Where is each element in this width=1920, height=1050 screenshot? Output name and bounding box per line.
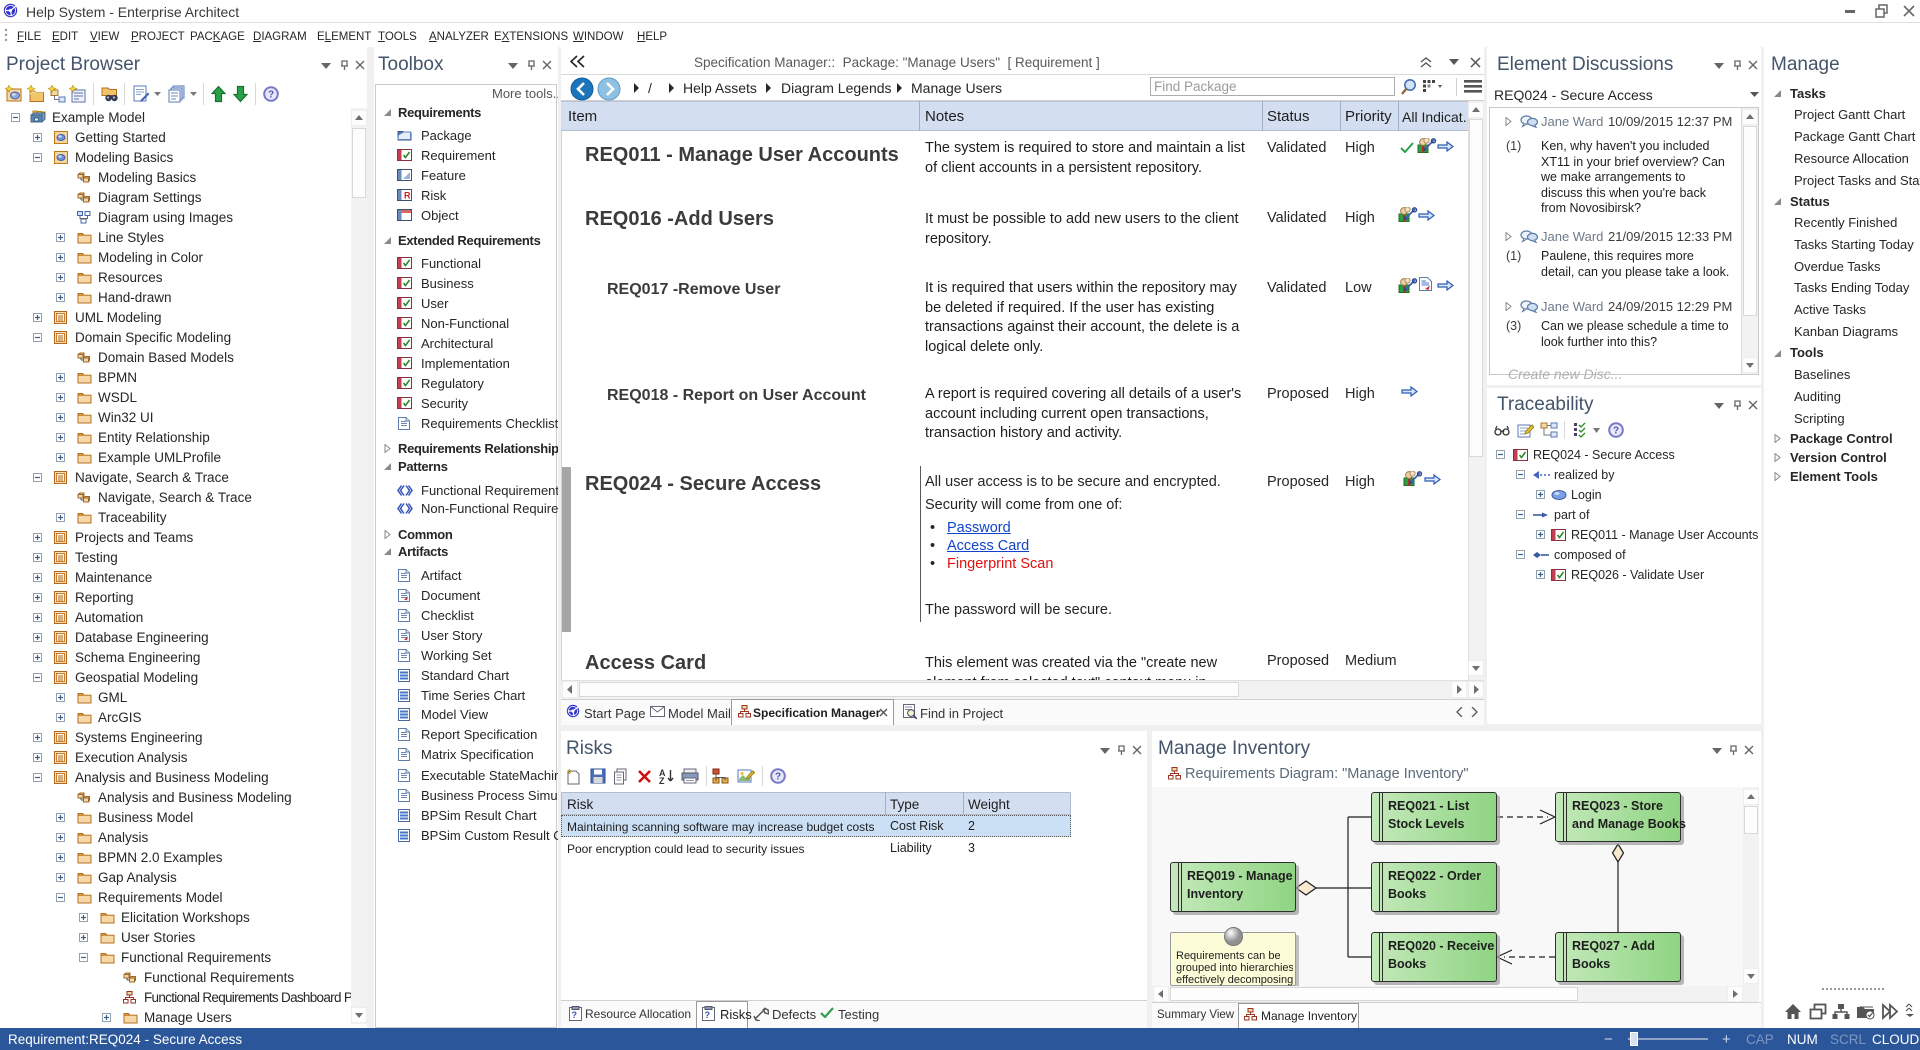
svg-text:?: ? xyxy=(268,90,274,101)
svg-text:R: R xyxy=(404,191,411,201)
svg-text:?: ? xyxy=(775,772,781,783)
svg-text:?: ? xyxy=(572,1010,578,1020)
svg-text:Z: Z xyxy=(659,776,665,785)
svg-text:?: ? xyxy=(705,1010,711,1020)
svg-text:?: ? xyxy=(1613,426,1619,437)
